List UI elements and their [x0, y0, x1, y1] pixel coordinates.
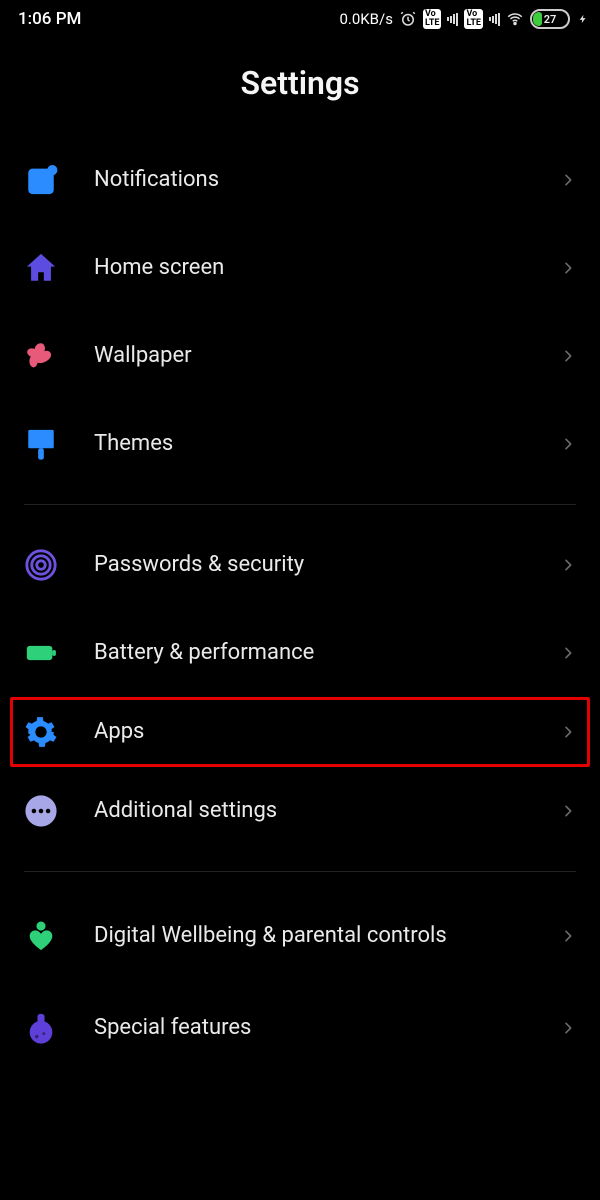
chevron-right-icon: [560, 640, 576, 666]
settings-row-label: Digital Wellbeing & parental controls: [94, 922, 560, 950]
settings-row-label: Additional settings: [94, 797, 560, 825]
settings-row-label: Home screen: [94, 254, 560, 282]
settings-row-label: Special features: [94, 1014, 560, 1042]
page-header: Settings: [0, 38, 600, 136]
status-bar: 1:06 PM 0.0KB/s VoLTE VoLTE 27: [0, 0, 600, 38]
volte-badge-1: VoLTE: [423, 9, 442, 29]
net-speed: 0.0KB/s: [339, 10, 393, 28]
heart-icon: [24, 919, 94, 953]
flower-icon: [24, 339, 94, 373]
dots-icon: [24, 794, 94, 828]
settings-row-battery-performance[interactable]: Battery & performance: [0, 609, 600, 697]
chevron-right-icon: [560, 552, 576, 578]
settings-row-label: Wallpaper: [94, 342, 560, 370]
battery-indicator: 27: [530, 9, 570, 29]
fingerprint-icon: [24, 548, 94, 582]
chevron-right-icon: [560, 719, 576, 745]
home-icon: [24, 251, 94, 285]
settings-row-passwords-security[interactable]: Passwords & security: [0, 521, 600, 609]
chevron-right-icon: [560, 255, 576, 281]
settings-row-special-features[interactable]: Special features: [0, 984, 600, 1072]
battery-icon: [24, 636, 94, 670]
section-divider: [24, 871, 576, 872]
brush-icon: [24, 427, 94, 461]
chevron-right-icon: [560, 167, 576, 193]
alarm-icon: [399, 10, 417, 28]
chevron-right-icon: [560, 798, 576, 824]
chevron-right-icon: [560, 343, 576, 369]
settings-row-additional-settings[interactable]: Additional settings: [0, 767, 600, 855]
signal-bars-icon-2: [489, 12, 500, 26]
volte-badge-2: VoLTE: [464, 9, 483, 29]
battery-percent: 27: [532, 13, 568, 26]
settings-row-label: Battery & performance: [94, 639, 560, 667]
settings-row-label: Notifications: [94, 166, 560, 194]
wifi-icon: [506, 10, 524, 28]
signal-bars-icon-1: [447, 12, 458, 26]
settings-row-apps[interactable]: Apps: [10, 697, 590, 767]
settings-row-label: Passwords & security: [94, 551, 560, 579]
chevron-right-icon: [560, 431, 576, 457]
settings-row-digital-wellbeing[interactable]: Digital Wellbeing & parental controls: [0, 888, 600, 984]
status-time: 1:06 PM: [18, 9, 81, 29]
settings-row-home-screen[interactable]: Home screen: [0, 224, 600, 312]
chevron-right-icon: [560, 923, 576, 949]
settings-row-wallpaper[interactable]: Wallpaper: [0, 312, 600, 400]
settings-list: Notifications Home screen Wallpaper Themes P…: [0, 136, 600, 1200]
notifications-icon: [24, 163, 94, 197]
settings-row-themes[interactable]: Themes: [0, 400, 600, 488]
status-right: 0.0KB/s VoLTE VoLTE 27: [339, 9, 588, 29]
chevron-right-icon: [560, 1015, 576, 1041]
settings-row-notifications[interactable]: Notifications: [0, 136, 600, 224]
page-title: Settings: [0, 64, 600, 102]
settings-row-label: Apps: [94, 718, 560, 746]
gear-icon: [24, 715, 94, 749]
section-divider: [24, 504, 576, 505]
settings-row-label: Themes: [94, 430, 560, 458]
flask-icon: [24, 1011, 94, 1045]
charging-icon: [578, 10, 588, 28]
